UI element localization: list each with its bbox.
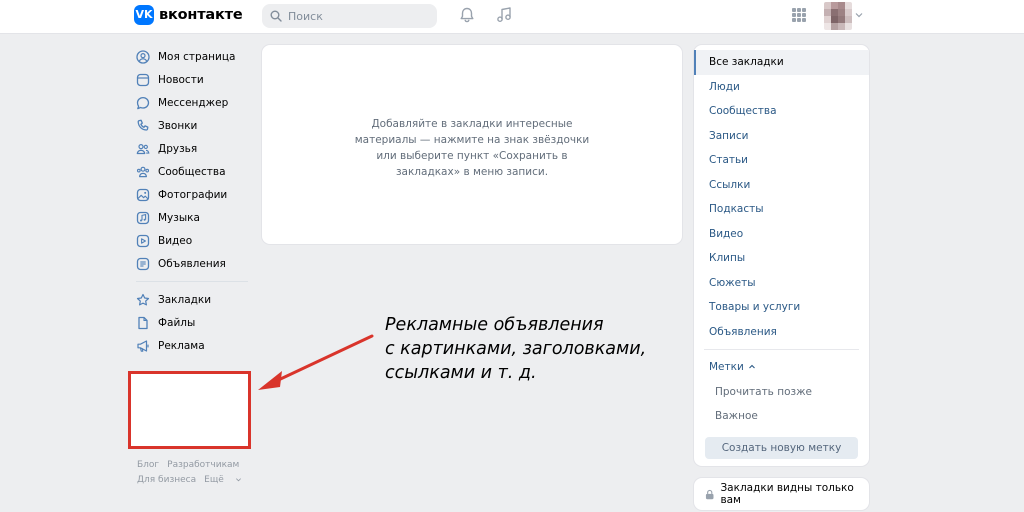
sidebar-item-label: Новости	[158, 73, 204, 86]
megaphone-icon	[137, 339, 149, 352]
sidebar-item-label: Мессенджер	[158, 96, 229, 109]
friends-icon	[136, 143, 150, 154]
bell-icon[interactable]	[458, 6, 476, 24]
chevron-down-icon	[235, 478, 241, 482]
sidebar-item-communities[interactable]: Сообщества	[130, 160, 255, 183]
filter-classifieds[interactable]: Объявления	[694, 320, 869, 345]
sidebar-footer-links: Блог Разработчикам Для бизнеса Ещё	[137, 458, 250, 488]
filter-posts[interactable]: Записи	[694, 124, 869, 149]
phone-icon	[137, 119, 149, 131]
sidebar-item-label: Файлы	[158, 316, 196, 329]
file-icon	[138, 316, 148, 329]
sidebar-item-video[interactable]: Видео	[130, 229, 255, 252]
sidebar-item-my-page[interactable]: Моя страница	[130, 45, 255, 68]
footer-more-label: Ещё	[204, 475, 224, 485]
sidebar-item-label: Друзья	[158, 142, 198, 155]
annotation-line: ссылками и т. д.	[385, 363, 537, 383]
footer-link-developers[interactable]: Разработчикам	[167, 460, 239, 470]
sidebar-item-label: Реклама	[158, 339, 205, 352]
bookmarks-empty-card: Добавляйте в закладки интересные материа…	[262, 45, 682, 244]
sidebar-item-ads[interactable]: Реклама	[130, 334, 255, 357]
photo-icon	[136, 188, 150, 201]
sidebar-item-news[interactable]: Новости	[130, 68, 255, 91]
search-input[interactable]	[288, 9, 428, 23]
footer-link-business[interactable]: Для бизнеса	[137, 475, 196, 485]
sidebar-item-photos[interactable]: Фотографии	[130, 183, 255, 206]
create-tag-button[interactable]: Создать новую метку	[705, 436, 858, 459]
search-icon	[270, 10, 282, 22]
lock-icon	[705, 489, 714, 499]
star-icon	[136, 293, 150, 305]
sidebar-divider	[136, 281, 248, 282]
privacy-note-text: Закладки видны только вам	[720, 482, 854, 506]
empty-state-text: Добавляйте в закладки интересные материа…	[354, 118, 590, 178]
sidebar-item-classifieds[interactable]: Объявления	[130, 252, 255, 275]
top-header: VK вконтакте	[0, 0, 1024, 34]
sidebar-item-label: Закладки	[158, 293, 212, 306]
filter-links[interactable]: Ссылки	[694, 173, 869, 198]
sidebar-item-bookmarks[interactable]: Закладки	[130, 288, 255, 311]
sidebar-item-music[interactable]: Музыка	[130, 206, 255, 229]
sidebar-item-friends[interactable]: Друзья	[130, 137, 255, 160]
search-box[interactable]	[262, 4, 437, 28]
apps-grid-icon[interactable]	[792, 8, 806, 22]
chevron-down-icon[interactable]	[855, 11, 863, 19]
filter-podcasts[interactable]: Подкасты	[694, 197, 869, 222]
news-icon	[136, 73, 150, 86]
menu-divider	[704, 349, 859, 350]
communities-icon	[136, 166, 150, 177]
annotation-line: с картинками, заголовками,	[385, 339, 647, 359]
chevron-up-icon	[748, 364, 755, 369]
filter-communities[interactable]: Сообщества	[694, 99, 869, 124]
filter-goods-services[interactable]: Товары и услуги	[694, 295, 869, 320]
sidebar-item-calls[interactable]: Звонки	[130, 114, 255, 137]
tag-important[interactable]: Важное	[694, 404, 869, 429]
ad-placeholder-highlight[interactable]	[128, 371, 251, 449]
vk-logo-text: вконтакте	[159, 7, 243, 23]
sidebar-item-messenger[interactable]: Мессенджер	[130, 91, 255, 114]
sidebar-item-label: Звонки	[158, 119, 198, 132]
privacy-note: Закладки видны только вам	[694, 478, 869, 510]
filter-clips[interactable]: Клипы	[694, 246, 869, 271]
music-icon	[136, 211, 150, 224]
footer-link-more[interactable]: Ещё	[204, 475, 242, 485]
annotation-line: Рекламные объявления	[385, 315, 604, 335]
classifieds-icon	[136, 257, 150, 270]
filter-video[interactable]: Видео	[694, 222, 869, 247]
sidebar-item-label: Сообщества	[158, 165, 226, 178]
tags-toggle[interactable]: Метки	[694, 355, 869, 380]
sidebar-item-label: Фотографии	[158, 188, 228, 201]
video-icon	[136, 234, 150, 247]
message-icon	[136, 96, 150, 109]
sidebar-item-label: Моя страница	[158, 50, 236, 63]
filter-stories[interactable]: Сюжеты	[694, 271, 869, 296]
bookmarks-filter-menu: Все закладки Люди Сообщества Записи Стат…	[694, 45, 869, 466]
vk-logo[interactable]: VK вконтакте	[134, 5, 243, 25]
vk-logo-mark: VK	[134, 5, 154, 25]
sidebar-item-label: Музыка	[158, 211, 200, 224]
left-sidebar: Моя страница Новости Мессенджер Звонки Д…	[130, 45, 255, 357]
sidebar-item-label: Видео	[158, 234, 193, 247]
sidebar-item-files[interactable]: Файлы	[130, 311, 255, 334]
user-circle-icon	[136, 49, 150, 64]
tag-read-later[interactable]: Прочитать позже	[694, 380, 869, 405]
filter-articles[interactable]: Статьи	[694, 148, 869, 173]
sidebar-item-label: Объявления	[158, 257, 226, 270]
annotation-text: Рекламные объявления с картинками, загол…	[385, 313, 646, 385]
avatar[interactable]	[824, 2, 852, 30]
footer-link-blog[interactable]: Блог	[137, 460, 159, 470]
tags-title: Метки	[709, 361, 744, 373]
filter-people[interactable]: Люди	[694, 75, 869, 100]
music-icon[interactable]	[495, 6, 513, 24]
filter-all-bookmarks[interactable]: Все закладки	[694, 50, 869, 75]
